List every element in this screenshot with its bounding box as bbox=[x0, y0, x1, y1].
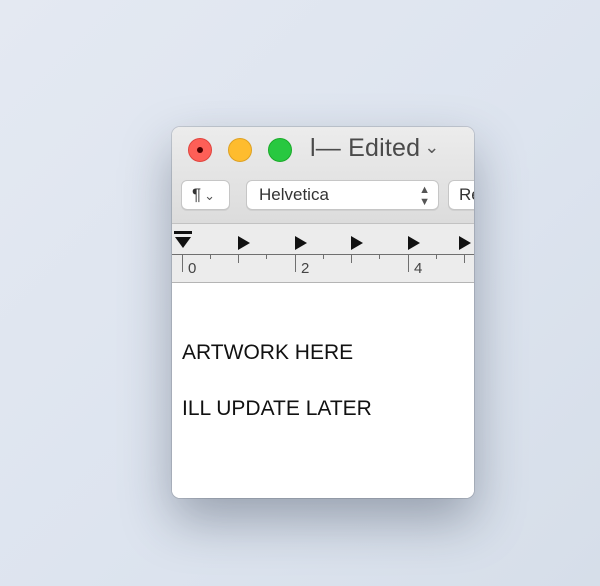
ruler-minor-tick bbox=[238, 254, 239, 263]
ruler-minor-tick bbox=[266, 254, 267, 259]
zoom-button[interactable] bbox=[268, 138, 292, 162]
tab-stop-icon[interactable] bbox=[408, 236, 420, 250]
document-line: ILL UPDATE LATER bbox=[182, 397, 372, 420]
window-title[interactable]: l— Edited ⌄ bbox=[310, 134, 439, 163]
minimize-button[interactable] bbox=[228, 138, 252, 162]
margin-marker-icon[interactable] bbox=[174, 231, 192, 251]
ruler-major-tick bbox=[408, 254, 409, 272]
ruler[interactable]: 0 2 4 bbox=[172, 224, 474, 283]
ruler-minor-tick bbox=[379, 254, 380, 259]
up-down-arrows-icon: ▲ ▼ bbox=[419, 184, 430, 208]
ruler-major-tick bbox=[295, 254, 296, 272]
ruler-number: 0 bbox=[188, 260, 197, 277]
ruler-number: 4 bbox=[414, 260, 423, 277]
document-editor[interactable]: ARTWORK HERE ILL UPDATE LATER bbox=[172, 283, 474, 498]
tab-stop-icon[interactable] bbox=[459, 236, 471, 250]
paragraph-style-button[interactable]: ¶ ⌄ bbox=[181, 180, 230, 210]
close-button-icon bbox=[197, 147, 203, 153]
ruler-minor-tick bbox=[436, 254, 437, 259]
document-line: ARTWORK HERE bbox=[182, 341, 354, 364]
ruler-minor-tick bbox=[323, 254, 324, 259]
ruler-minor-tick bbox=[464, 254, 465, 263]
font-family-select[interactable]: Helvetica ▲ ▼ bbox=[246, 180, 439, 210]
tab-stop-icon[interactable] bbox=[238, 236, 250, 250]
paragraph-icon: ¶ bbox=[192, 185, 202, 204]
window-title-text: l— Edited bbox=[310, 134, 421, 162]
tab-stop-icon[interactable] bbox=[295, 236, 307, 250]
close-button[interactable] bbox=[188, 138, 212, 162]
ruler-minor-tick bbox=[210, 254, 211, 259]
chevron-down-icon: ⌄ bbox=[204, 188, 216, 203]
chevron-down-icon: ⌄ bbox=[424, 137, 440, 157]
font-family-value: Helvetica bbox=[259, 185, 329, 204]
title-bar: l— Edited⌄ ¶⌄ Helvetica▲▼ Re bbox=[172, 127, 474, 224]
tab-stop-icon[interactable] bbox=[351, 236, 363, 250]
ruler-number: 2 bbox=[301, 260, 310, 277]
typeface-value: Re bbox=[459, 185, 474, 204]
ruler-major-tick bbox=[182, 254, 183, 272]
textedit-window: l— Edited⌄ ¶⌄ Helvetica▲▼ Re 0 2 4 ARTWO… bbox=[172, 127, 474, 498]
typeface-select[interactable]: Re bbox=[448, 180, 474, 210]
ruler-minor-tick bbox=[351, 254, 352, 263]
